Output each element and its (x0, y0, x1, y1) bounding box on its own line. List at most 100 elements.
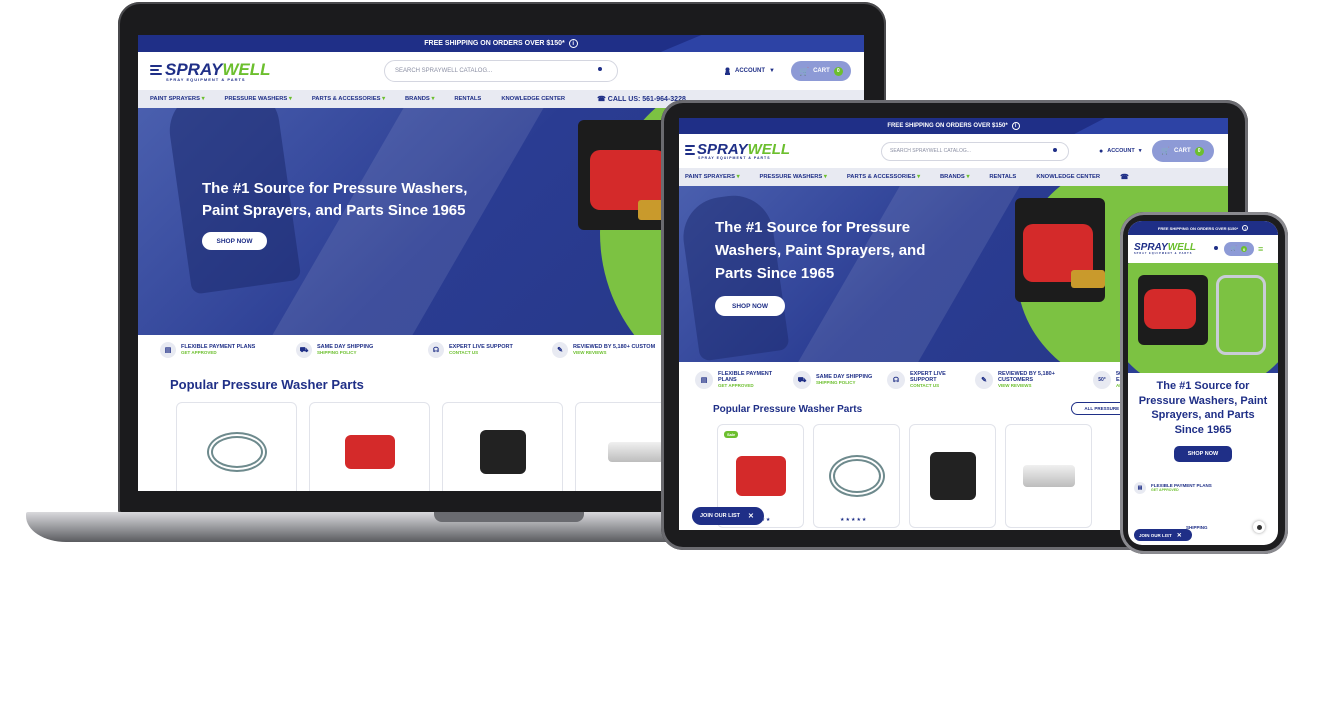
nav-pressure-washers[interactable]: PRESSURE WASHERS ▾ (224, 96, 291, 102)
logo[interactable]: SPRAY WELL SPRAY EQUIPMENT & PARTS (1134, 242, 1210, 256)
join-list-button[interactable]: JOIN OUR LIST ✕ (692, 507, 764, 525)
search-icon[interactable] (598, 66, 607, 76)
feature-item[interactable]: ✎ REVIEWED BY 5,180+ CUSTOMERS VIEW REVIEW… (975, 371, 1083, 389)
search-placeholder: SEARCH SPRAYWELL CATALOG... (395, 68, 493, 74)
logo-tagline: SPRAY EQUIPMENT & PARTS (698, 155, 771, 160)
laptop-notch (434, 512, 584, 522)
nav-paint-sprayers[interactable]: PAINT SPRAYERS ▾ (150, 96, 204, 102)
chevron-down-icon: ▼ (769, 68, 775, 74)
cart-label: CART (813, 68, 830, 74)
cart-button[interactable]: 🛒 0 (1224, 242, 1254, 256)
product-card[interactable] (442, 402, 563, 491)
product-card[interactable]: ★★★★★ (813, 424, 900, 528)
cart-count: 0 (833, 66, 843, 76)
nav-rentals[interactable]: RENTALS (454, 96, 481, 102)
shop-now-button[interactable]: SHOP NOW (202, 232, 267, 250)
feature-item[interactable]: ▤ FLEXIBLE PAYMENT PLANS GET APPROVED (1128, 462, 1278, 494)
promo-text: FREE SHIPPING ON ORDERS OVER $150* (1157, 225, 1239, 231)
cart-icon: 🛒 (1161, 148, 1171, 155)
popular-title: Popular Pressure Washer Parts (713, 404, 863, 415)
headset-icon: ☊ (887, 371, 905, 389)
product-card[interactable] (1005, 424, 1092, 528)
shop-now-button[interactable]: SHOP NOW (715, 296, 785, 316)
info-icon[interactable]: i (1242, 225, 1249, 231)
nav-parts-accessories[interactable]: PARTS & ACCESSORIES ▾ (847, 174, 920, 180)
nav-knowledge-center[interactable]: KNOWLEDGE CENTER (501, 96, 565, 102)
cart-button[interactable]: 🛒 CART 0 (790, 61, 851, 81)
pressure-washer-image (735, 456, 786, 496)
hose-image (828, 455, 885, 497)
logo[interactable]: SPRAY WELL SPRAY EQUIPMENT & PARTS (150, 61, 290, 82)
nav-brands[interactable]: BRANDS ▾ (940, 174, 969, 180)
logo[interactable]: SPRAY WELL SPRAY EQUIPMENT & PARTS (685, 142, 805, 161)
search-placeholder: SEARCH SPRAYWELL CATALOG... (890, 148, 971, 154)
nav-brands[interactable]: BRANDS ▾ (405, 96, 434, 102)
logo-well: WELL (222, 59, 271, 79)
cart-button[interactable]: 🛒 CART 0 (1151, 140, 1214, 162)
promo-bar: FREE SHIPPING ON ORDERS OVER $150* i (679, 118, 1228, 134)
shop-now-button[interactable]: SHOP NOW (1174, 446, 1232, 462)
phone-screen: FREE SHIPPING ON ORDERS OVER $150* i SPR… (1128, 221, 1278, 545)
product-card[interactable] (309, 402, 430, 491)
promo-bar: FREE SHIPPING ON ORDERS OVER $150* i (138, 35, 864, 52)
chevron-down-icon: ▾ (1138, 148, 1142, 154)
search-input[interactable]: SEARCH SPRAYWELL CATALOG... (881, 141, 1069, 161)
phone-hero-text: The #1 Source for Pressure Washers, Pain… (1128, 373, 1278, 462)
chat-button[interactable] (1253, 521, 1265, 533)
nav-knowledge-center[interactable]: KNOWLEDGE CENTER (1036, 174, 1100, 180)
promo-bar: FREE SHIPPING ON ORDERS OVER $150* i (1128, 221, 1278, 235)
engine-product-image (929, 452, 976, 500)
hero-heading: The #1 Source for Pressure Washers, Pain… (1138, 380, 1268, 436)
nav-paint-sprayers[interactable]: PAINT SPRAYERS ▾ (685, 174, 739, 180)
join-list-button[interactable]: JOIN OUR LIST ✕ (1134, 529, 1192, 541)
phone-icon[interactable]: ☎ (1120, 173, 1129, 181)
search-icon[interactable] (1214, 246, 1220, 252)
hero-banner (1128, 263, 1278, 373)
feature-item[interactable]: ⛟ SAME DAY SHIPPING SHIPPING POLICY (793, 371, 877, 389)
logo-spray: SPRAY (165, 59, 223, 79)
nav-rentals[interactable]: RENTALS (989, 174, 1016, 180)
review-icon: ✎ (975, 371, 993, 389)
bracket-image (1022, 465, 1075, 487)
menu-icon[interactable]: ≡ (1258, 244, 1263, 254)
account-menu[interactable]: ● ACCOUNT ▾ (1099, 148, 1142, 155)
account-label: ACCOUNT (735, 68, 765, 74)
user-icon: ● (1099, 147, 1104, 155)
review-icon: ✎ (552, 342, 568, 358)
chat-icon (1256, 524, 1262, 530)
search-icon[interactable] (1053, 147, 1060, 155)
engine-product-image (479, 430, 526, 474)
badge-icon: 50° (1093, 371, 1111, 389)
close-icon[interactable]: ✕ (748, 512, 754, 520)
search-input[interactable]: SEARCH SPRAYWELL CATALOG... (384, 60, 618, 82)
site-header: SPRAY WELL SPRAY EQUIPMENT & PARTS 🛒 0 ≡ (1128, 235, 1278, 263)
document-icon: ▤ (160, 342, 176, 358)
nav-pressure-washers[interactable]: PRESSURE WASHERS ▾ (759, 174, 826, 180)
info-icon[interactable]: i (568, 39, 578, 48)
site-header: SPRAY WELL SPRAY EQUIPMENT & PARTS SEARC… (679, 134, 1228, 168)
engine-image (1015, 198, 1105, 302)
cart-icon: 🛒 (1230, 246, 1238, 252)
feature-item[interactable]: ☊ EXPERT LIVE SUPPORT CONTACT US (428, 342, 536, 358)
feature-item[interactable]: ▤ FLEXIBLE PAYMENT PLANS GET APPROVED (160, 342, 280, 358)
cart-count: 0 (1194, 146, 1204, 156)
logo-spray: SPRAY (697, 140, 748, 158)
account-menu[interactable]: ACCOUNT ▼ (724, 67, 775, 75)
feature-item[interactable]: ▤ FLEXIBLE PAYMENT PLANS GET APPROVED (695, 371, 783, 389)
feature-item[interactable]: ⛟ SAME DAY SHIPPING SHIPPING POLICY (296, 342, 412, 358)
logo-well: WELL (747, 140, 791, 158)
hero-heading: The #1 Source for Pressure Washers, Paint… (715, 219, 926, 282)
nav-parts-accessories[interactable]: PARTS & ACCESSORIES ▾ (312, 96, 385, 102)
spray-logo-icon (685, 143, 697, 156)
feature-item[interactable]: ☊ EXPERT LIVE SUPPORT CONTACT US (887, 371, 965, 389)
info-icon[interactable]: i (1011, 122, 1020, 130)
main-nav: PAINT SPRAYERS ▾ PRESSURE WASHERS ▾ PART… (679, 168, 1228, 186)
cart-label: CART (1174, 148, 1191, 154)
account-label: ACCOUNT (1107, 148, 1135, 154)
spray-logo-icon (150, 62, 164, 76)
sale-badge: Sale (724, 431, 739, 438)
close-icon[interactable]: ✕ (1177, 532, 1182, 539)
promo-text: FREE SHIPPING ON ORDERS OVER $150* (887, 123, 1008, 129)
product-card[interactable] (176, 402, 297, 491)
product-card[interactable] (909, 424, 996, 528)
